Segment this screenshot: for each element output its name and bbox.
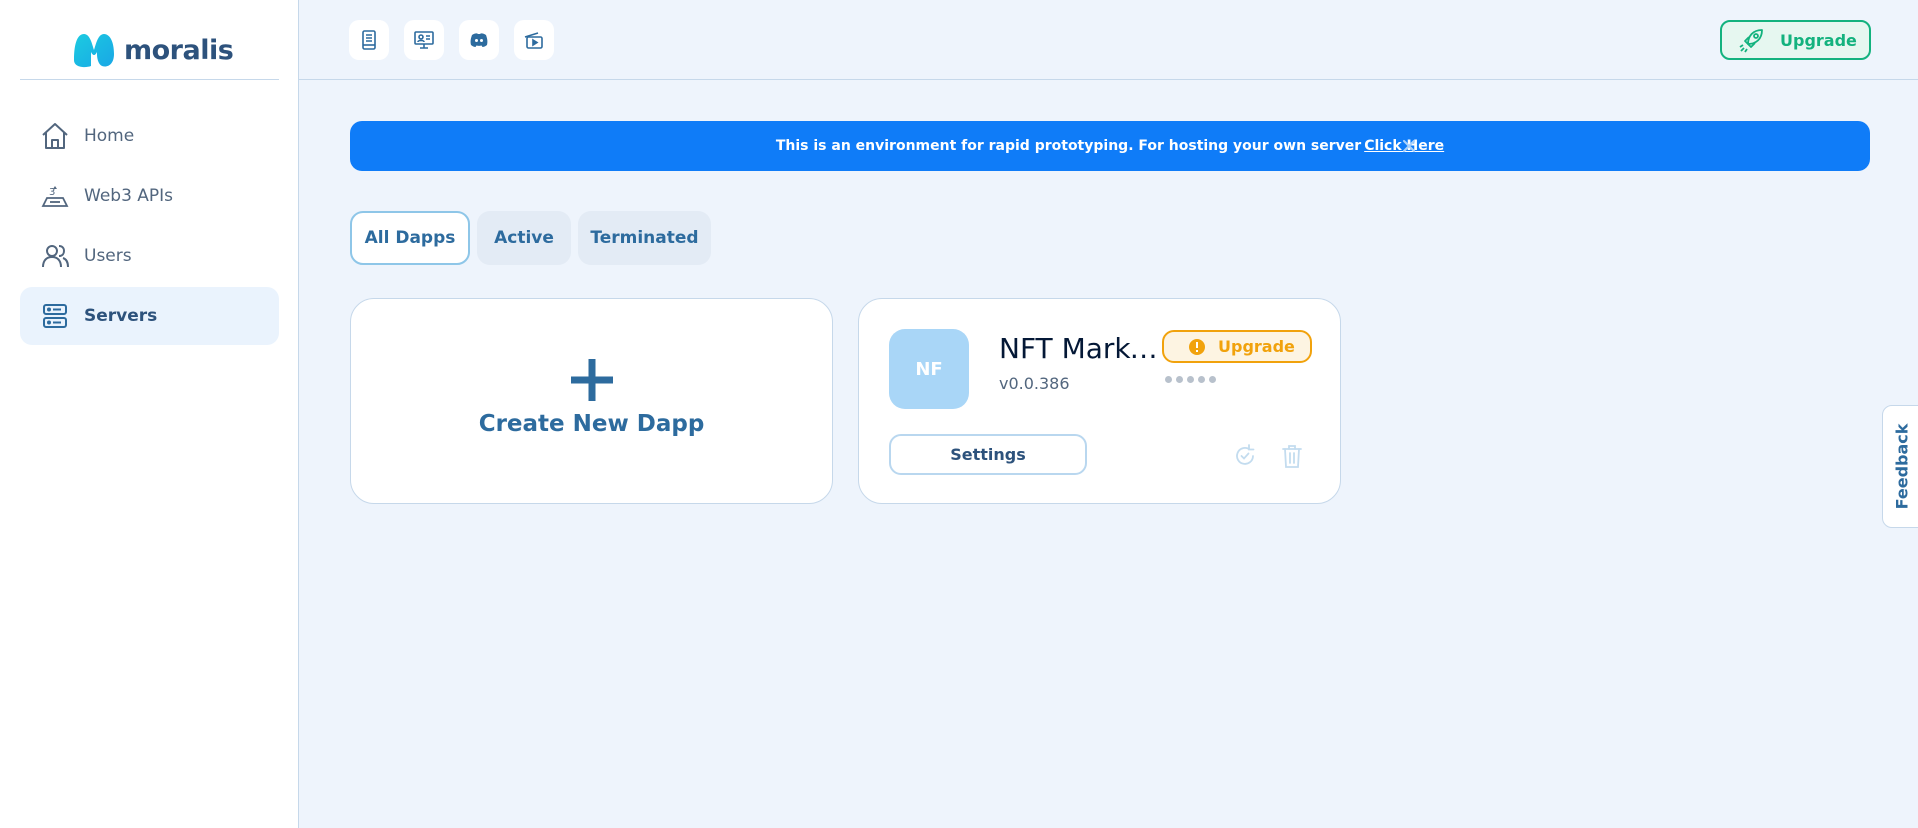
sidebar-item-servers[interactable]: Servers xyxy=(20,287,279,345)
dapp-version: v0.0.386 xyxy=(999,374,1070,393)
web3-apis-icon: 3 xyxy=(40,181,70,211)
dapp-filter-tabs: All Dapps Active Terminated xyxy=(350,211,711,265)
create-new-dapp-card[interactable]: Create New Dapp xyxy=(350,298,833,504)
feedback-tab[interactable]: Feedback xyxy=(1882,405,1918,528)
top-icon-group xyxy=(349,20,554,60)
trash-icon[interactable] xyxy=(1279,443,1305,469)
info-banner: This is an environment for rapid prototy… xyxy=(350,121,1870,171)
dapp-name: NFT Marketplace xyxy=(999,332,1159,365)
top-bar: Upgrade xyxy=(299,0,1918,80)
moralis-logo[interactable]: moralis xyxy=(70,28,234,72)
sidebar-item-web3-apis[interactable]: 3 Web3 APIs xyxy=(20,167,279,225)
sidebar-divider xyxy=(20,79,279,80)
home-icon xyxy=(40,121,70,151)
dapp-upgrade-label: Upgrade xyxy=(1218,337,1295,356)
sidebar-item-home[interactable]: Home xyxy=(20,107,279,165)
upgrade-button[interactable]: Upgrade xyxy=(1720,20,1871,60)
sidebar-item-label: Users xyxy=(84,246,132,266)
plus-icon xyxy=(571,359,613,401)
users-icon xyxy=(40,241,70,271)
settings-button[interactable]: Settings xyxy=(889,434,1087,475)
servers-icon xyxy=(40,301,70,331)
feedback-label: Feedback xyxy=(1892,423,1912,510)
brand-name: moralis xyxy=(124,34,234,66)
rocket-icon xyxy=(1739,29,1763,53)
restart-icon[interactable] xyxy=(1232,443,1258,469)
sidebar-item-label: Servers xyxy=(84,306,158,326)
sidebar-nav: Home 3 Web3 APIs Users Servers xyxy=(20,107,279,347)
video-icon[interactable] xyxy=(514,20,554,60)
sidebar: moralis Home 3 Web3 APIs Users Servers xyxy=(0,0,299,828)
tutorials-icon[interactable] xyxy=(404,20,444,60)
dapp-avatar: NF xyxy=(889,329,969,409)
docs-icon[interactable] xyxy=(349,20,389,60)
warning-icon xyxy=(1189,338,1205,355)
upgrade-button-label: Upgrade xyxy=(1780,30,1857,50)
tab-all-dapps[interactable]: All Dapps xyxy=(350,211,470,265)
sidebar-item-users[interactable]: Users xyxy=(20,227,279,285)
banner-text: This is an environment for rapid prototy… xyxy=(775,138,1362,154)
dapp-upgrade-button[interactable]: Upgrade xyxy=(1162,330,1312,363)
sidebar-item-label: Home xyxy=(84,126,135,146)
status-dots xyxy=(1165,376,1216,383)
discord-icon[interactable] xyxy=(459,20,499,60)
create-new-dapp-label: Create New Dapp xyxy=(478,411,705,437)
close-icon[interactable] xyxy=(1397,134,1421,158)
tab-active[interactable]: Active xyxy=(477,211,571,265)
sidebar-item-label: Web3 APIs xyxy=(84,186,174,206)
moralis-logo-icon xyxy=(74,34,114,68)
dapp-card: NF NFT Marketplace v0.0.386 Upgrade Sett… xyxy=(858,298,1341,504)
tab-terminated[interactable]: Terminated xyxy=(578,211,711,265)
